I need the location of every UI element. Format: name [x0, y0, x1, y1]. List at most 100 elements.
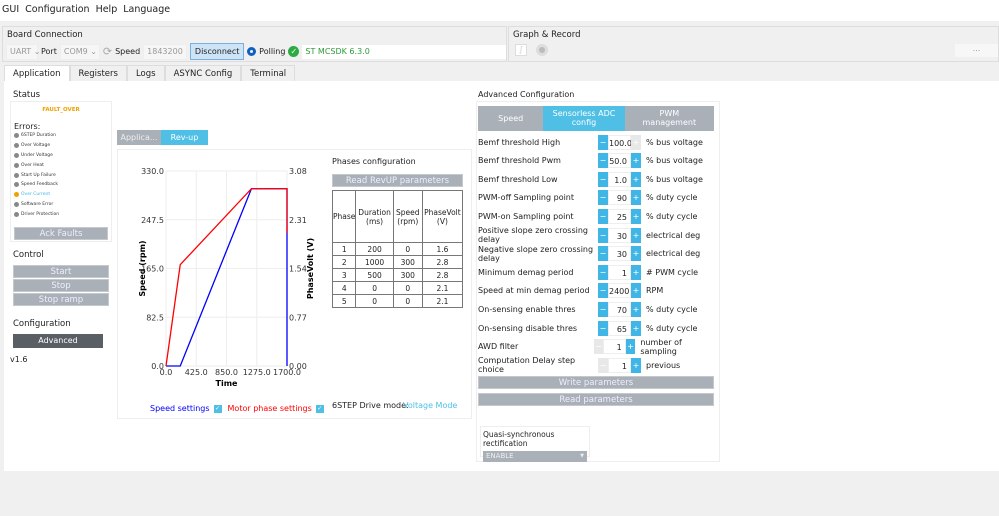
decrement-button[interactable]: − [598, 153, 608, 169]
interface-select[interactable]: UART ⌄ [6, 43, 40, 60]
increment-button[interactable]: + [631, 190, 641, 206]
phase-cell[interactable]: 4 [331, 281, 357, 295]
port-select[interactable]: COM9 ⌄ [59, 43, 100, 60]
phase-cell[interactable]: 500 [355, 268, 394, 282]
tab-async-config[interactable]: ASYNC Config [164, 65, 242, 82]
decrement-button[interactable]: − [598, 227, 608, 243]
param-input[interactable]: 1 [608, 264, 631, 280]
tab-registers[interactable]: Registers [69, 65, 127, 82]
polling-radio[interactable] [247, 47, 257, 56]
menu-language[interactable]: Language [123, 4, 170, 17]
param-input[interactable]: 1.0 [608, 171, 631, 187]
read-parameters-button[interactable]: Read parameters [478, 393, 714, 406]
read-revup-button[interactable]: Read RevUP parameters [332, 174, 463, 187]
decrement-button[interactable]: − [598, 264, 608, 280]
menu-configuration[interactable]: Configuration [25, 4, 89, 17]
more-button[interactable]: ... [955, 44, 998, 57]
param-input[interactable]: 50.0 [608, 153, 631, 169]
increment-button[interactable]: + [631, 227, 641, 243]
motor-phase-checkbox[interactable]: ✓ [315, 404, 324, 413]
stop-ramp-button[interactable]: Stop ramp [13, 293, 109, 306]
speed-select[interactable]: 1843200 [143, 43, 188, 60]
phase-cell[interactable]: 0 [392, 242, 423, 256]
increment-button[interactable]: + [631, 134, 641, 150]
phase-cell[interactable]: 1.6 [421, 242, 464, 256]
increment-button[interactable]: + [631, 301, 641, 317]
increment-button[interactable]: + [631, 283, 641, 299]
increment-button[interactable]: + [631, 208, 641, 224]
drive-mode-label: 6STEP Drive mode: [332, 401, 409, 410]
decrement-button[interactable]: − [598, 134, 608, 150]
increment-button[interactable]: + [625, 339, 636, 355]
x-tick-label: 1700.0 [273, 368, 301, 377]
increment-button[interactable]: + [631, 153, 641, 169]
increment-button[interactable]: + [631, 246, 641, 262]
param-input[interactable]: 25 [608, 208, 631, 224]
disconnect-button[interactable]: Disconnect [190, 43, 245, 60]
menu-help[interactable]: Help [96, 4, 118, 17]
increment-button[interactable]: + [631, 357, 641, 373]
decrement-button[interactable]: − [598, 171, 608, 187]
subtab-application[interactable]: Applica... [117, 130, 161, 145]
ack-faults-button[interactable]: Ack Faults [14, 227, 108, 241]
param-input[interactable]: 1 [603, 339, 626, 355]
qsr-select[interactable]: ENABLE ▼ [483, 451, 587, 462]
write-parameters-button[interactable]: Write parameters [478, 376, 714, 389]
param-input[interactable]: 65 [608, 320, 631, 336]
phase-cell[interactable]: 2.8 [421, 255, 464, 269]
decrement-button[interactable]: − [598, 190, 608, 206]
increment-button[interactable]: + [631, 171, 641, 187]
record-icon[interactable] [536, 44, 548, 56]
increment-button[interactable]: + [631, 320, 641, 336]
advanced-configuration-button[interactable]: Advanced Configuration [13, 334, 103, 359]
param-input[interactable]: 2400 [608, 283, 631, 299]
menu-gui[interactable]: GUI [2, 4, 19, 17]
start-button[interactable]: Start [13, 265, 109, 278]
tab-logs[interactable]: Logs [126, 65, 165, 82]
phase-cell[interactable]: 2.8 [421, 268, 464, 282]
param-input[interactable]: 1 [608, 357, 631, 373]
phase-cell[interactable]: 3 [331, 268, 357, 282]
stop-button[interactable]: Stop [13, 279, 109, 292]
tab-pwm-management[interactable]: PWM management [624, 106, 714, 131]
phase-cell[interactable]: 0 [392, 294, 423, 308]
phase-cell[interactable]: 0 [355, 281, 394, 295]
speed-settings-checkbox[interactable]: ✓ [213, 404, 222, 413]
param-input[interactable]: 70 [608, 301, 631, 317]
port-label: Port [41, 47, 57, 56]
increment-button[interactable]: + [631, 264, 641, 280]
param-input[interactable]: 90 [608, 190, 631, 206]
param-input[interactable]: 100.0 [608, 134, 632, 150]
phase-cell[interactable]: 200 [355, 242, 394, 256]
phase-cell[interactable]: 2.1 [421, 281, 464, 295]
decrement-button[interactable]: − [598, 283, 608, 299]
phase-cell[interactable]: 0 [392, 281, 423, 295]
param-row: Speed at min demag period −2400 + RPM [478, 283, 718, 299]
error-indicator-icon [14, 192, 19, 198]
phase-cell[interactable]: 0 [355, 294, 394, 308]
qsr-value: ENABLE [486, 452, 514, 460]
phase-cell[interactable]: 300 [392, 255, 423, 269]
tab-speed[interactable]: Speed [478, 106, 544, 131]
refresh-icon[interactable]: ⟳ [103, 45, 112, 58]
decrement-button[interactable]: − [598, 208, 608, 224]
phase-cell[interactable]: 5 [331, 294, 357, 308]
tab-sensorless-adc[interactable]: Sensorless ADC config [543, 106, 625, 131]
phase-cell[interactable]: 300 [392, 268, 423, 282]
decrement-button[interactable]: − [598, 320, 608, 336]
graph-icon[interactable]: ∫ [515, 44, 527, 56]
x-tick-label: 1275.0 [243, 368, 271, 377]
tab-terminal[interactable]: Terminal [241, 65, 296, 82]
decrement-button[interactable]: − [593, 339, 604, 355]
param-input[interactable]: 30 [608, 227, 631, 243]
phase-cell[interactable]: 1 [331, 242, 357, 256]
decrement-button[interactable]: − [598, 246, 608, 262]
tab-application[interactable]: Application [4, 65, 70, 82]
phase-cell[interactable]: 2.1 [421, 294, 464, 308]
phase-cell[interactable]: 2 [331, 255, 357, 269]
decrement-button[interactable]: − [598, 301, 608, 317]
decrement-button[interactable]: − [598, 357, 608, 373]
phase-cell[interactable]: 1000 [355, 255, 394, 269]
subtab-revup[interactable]: Rev-up [161, 130, 208, 145]
param-input[interactable]: 30 [608, 246, 631, 262]
